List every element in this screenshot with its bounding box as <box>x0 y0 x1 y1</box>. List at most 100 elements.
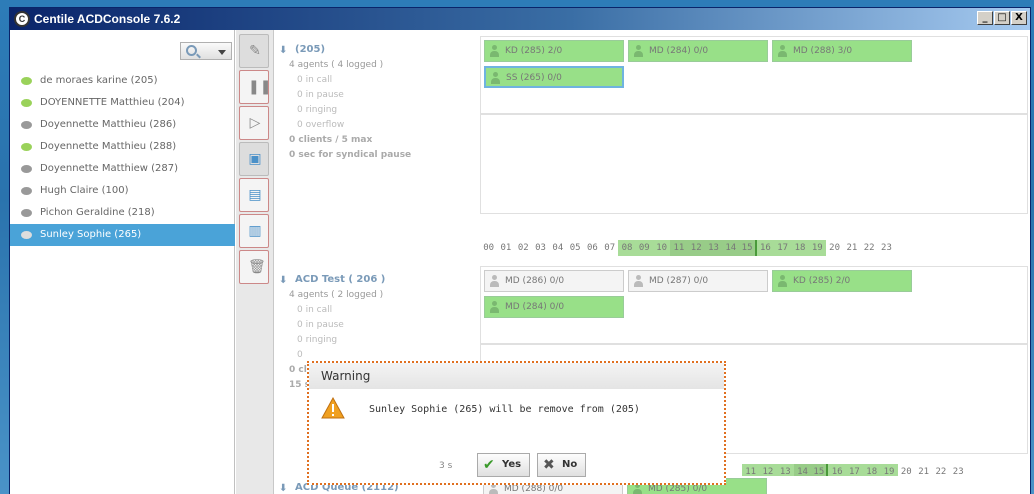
maximize-button[interactable]: □ <box>994 11 1010 25</box>
agent-chip[interactable]: MD (284) 0/0 <box>628 40 768 62</box>
chat-bubble-icon <box>21 187 32 195</box>
queue-icon: ⬇ <box>279 483 288 494</box>
pause-icon: ❚❚ <box>248 79 272 95</box>
add-agent-button[interactable]: ▣ <box>239 142 269 176</box>
warning-icon <box>321 397 345 419</box>
agent-chip[interactable]: MD (287) 0/0 <box>628 270 768 292</box>
hour-cell: 01 <box>500 243 512 253</box>
agent-chip[interactable]: SS (265) 0/0 <box>484 66 624 88</box>
person-icon <box>778 275 787 287</box>
agent-chip-label: MD (288) 0/0 <box>504 484 564 494</box>
person-icon <box>490 45 499 57</box>
cross-icon: ✖ <box>543 457 555 473</box>
hour-cell: 16 <box>756 240 775 256</box>
agent-list-item[interactable]: DOYENNETTE Matthieu (204) <box>10 92 235 114</box>
chat-bubble-icon <box>21 143 32 151</box>
chat-bubble-icon <box>21 231 32 239</box>
hour-cell: 04 <box>552 243 564 253</box>
agent-chip-label: MD (287) 0/0 <box>649 276 709 286</box>
agents-remove-icon: ▥ <box>248 223 262 239</box>
hour-cell: 19 <box>808 240 826 256</box>
agent-name: Doyennette Matthiew (287) <box>40 163 179 174</box>
agent-list-item[interactable]: Sunley Sophie (265) <box>10 224 235 246</box>
agent-list-item[interactable]: Doyennette Matthieu (288) <box>10 136 235 158</box>
queue-stat: 0 in pause <box>297 320 344 330</box>
agent-search-dropdown[interactable] <box>180 42 232 60</box>
hour-cell: 18 <box>791 240 809 256</box>
close-button[interactable]: X <box>1011 11 1027 25</box>
agent-chip[interactable]: MD (288) 3/0 <box>772 40 912 62</box>
queue-icon: ⬇ <box>279 45 288 56</box>
agent-list-item[interactable]: Hugh Claire (100) <box>10 180 235 202</box>
agent-chip-label: MD (284) 0/0 <box>649 46 709 56</box>
queue-name: ACD Test ( 206 ) <box>295 274 386 285</box>
queue-stat: 0 clients / 5 max <box>289 135 373 145</box>
warning-dialog: Warning Sunley Sophie (265) will be remo… <box>307 361 726 485</box>
edit-queue-button[interactable]: ✎ <box>239 34 269 68</box>
queue-stat: 0 in call <box>297 75 333 85</box>
agent-name: Sunley Sophie (265) <box>40 229 142 240</box>
queue-icon: ⬇ <box>279 275 288 286</box>
hour-cell: 03 <box>535 243 546 253</box>
agent-chip-label: MD (288) 3/0 <box>793 46 853 56</box>
agent-panel: de moraes karine (205) DOYENNETTE Matthie… <box>10 30 235 494</box>
queue-name: (205) <box>295 44 326 55</box>
agent-name: de moraes karine (205) <box>40 75 158 86</box>
agent-chip-label: KD (285) 2/0 <box>505 46 563 56</box>
app-logo-icon: C <box>14 11 30 27</box>
agent-list-item[interactable]: de moraes karine (205) <box>10 70 235 92</box>
agent-name: Hugh Claire (100) <box>40 185 129 196</box>
hour-cell: 14 <box>722 240 740 256</box>
queue-stat: 0 in call <box>297 305 333 315</box>
hour-cell: 08 <box>618 240 636 256</box>
queue-info: ⬇ (205) 4 agents ( 4 logged ) 0 in call 0 i… <box>275 44 480 163</box>
minimize-button[interactable]: _ <box>977 11 993 25</box>
agent-chip[interactable]: MD (286) 0/0 <box>484 270 624 292</box>
hour-cell: 05 <box>569 243 581 253</box>
agent-chip[interactable]: KD (285) 2/0 <box>772 270 912 292</box>
yes-button[interactable]: ✔ Yes <box>477 453 531 477</box>
pause-button[interactable]: ❚❚ <box>239 70 272 104</box>
agent-name: Doyennette Matthieu (286) <box>40 119 177 130</box>
tool-strip: ✎ ❚❚ ▷ ▣ ▤ ▥ 🗑 <box>236 30 274 494</box>
agent-chip-label: MD (284) 0/0 <box>505 302 565 312</box>
chevron-down-icon <box>218 50 226 55</box>
hour-cell: 23 <box>881 243 892 253</box>
queue-stat: 0 in pause <box>297 90 344 100</box>
person-icon <box>490 275 499 287</box>
no-label: No <box>562 459 578 470</box>
yes-label: Yes <box>502 459 522 470</box>
queue-stat: 0 ringing <box>297 335 338 345</box>
person-icon <box>634 45 643 57</box>
agent-chip-label: SS (265) 0/0 <box>506 73 562 83</box>
agent-chip[interactable]: MD (284) 0/0 <box>484 296 624 318</box>
delete-button[interactable]: 🗑 <box>239 250 269 284</box>
play-button[interactable]: ▷ <box>239 106 269 140</box>
queue-header[interactable]: ⬇ ACD Test ( 206 ) <box>275 274 480 288</box>
person-icon <box>490 301 499 313</box>
agent-list-item[interactable]: Doyennette Matthieu (286) <box>10 114 235 136</box>
chat-bubble-icon <box>21 121 32 129</box>
remove-agent-button[interactable]: ▥ <box>239 214 269 248</box>
agents-add-icon: ▣ <box>248 151 262 167</box>
agent-chip[interactable]: KD (285) 2/0 <box>484 40 624 62</box>
title-bar: C Centile ACDConsole 7.6.2 _ □ X <box>10 8 1030 30</box>
chat-bubble-icon <box>21 209 32 217</box>
dialog-message: Sunley Sophie (265) will be remove from … <box>369 404 640 415</box>
hour-cell: 00 <box>483 243 495 253</box>
agent-list-item[interactable]: Pichon Geraldine (218) <box>10 202 235 224</box>
hour-cell: 13 <box>704 240 723 256</box>
queue-header[interactable]: ⬇ (205) <box>275 44 480 58</box>
hour-cell: 21 <box>846 243 858 253</box>
agent-name: DOYENNETTE Matthieu (204) <box>40 97 185 108</box>
agent-list: de moraes karine (205) DOYENNETTE Matthie… <box>10 70 235 246</box>
agent-list-item[interactable]: Doyennette Matthiew (287) <box>10 158 235 180</box>
hour-cell: 02 <box>517 243 529 253</box>
move-agent-button[interactable]: ▤ <box>239 178 269 212</box>
no-button[interactable]: ✖ No <box>537 453 587 477</box>
search-icon <box>186 45 197 56</box>
hour-cell: 22 <box>863 243 875 253</box>
chat-bubble-icon <box>21 77 32 85</box>
hour-cell: 17 <box>774 240 792 256</box>
agents-move-icon: ▤ <box>248 187 262 203</box>
